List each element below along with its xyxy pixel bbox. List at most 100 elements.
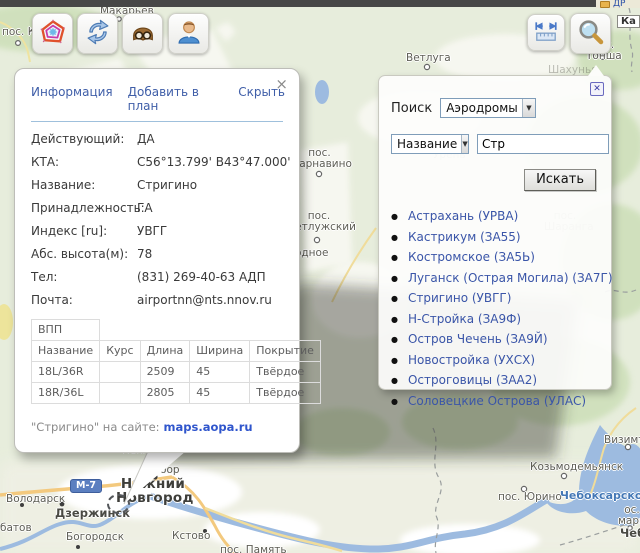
map-label: пос. Юрино	[498, 491, 562, 503]
zones-button[interactable]	[32, 13, 73, 54]
zones-icon	[39, 18, 67, 50]
column-header: Длина	[139, 340, 191, 362]
field-label: Действующий:	[31, 132, 125, 146]
aopa-site-link[interactable]: maps.aopa.ru	[164, 420, 253, 434]
divider	[31, 121, 283, 122]
field-value: (831) 269-40-63 АДП	[137, 270, 266, 284]
result-link[interactable]: Луганск (Острая Могила) (ЗА7Г)	[408, 271, 613, 285]
list-item: ● Н-Стройка (ЗА9Ф)	[391, 312, 599, 333]
popup-footer: "Стригино" на сайте: maps.aopa.ru	[31, 420, 285, 434]
result-link[interactable]: Астрахань (УРВА)	[408, 209, 518, 223]
list-item: ● Костромское (ЗА5Ь)	[391, 250, 599, 271]
result-link[interactable]: Остров Чечень (ЗА9Й)	[408, 332, 548, 346]
field-value: airportnn@nts.nnov.ru	[137, 293, 272, 307]
balloon-tail	[123, 451, 186, 505]
column-header: Ширина	[189, 340, 251, 362]
map-label: Козьмодемьянск	[530, 461, 624, 473]
search-results-list: ● Астрахань (УРВА) ● Кастрикум (ЗА55) ● Кос…	[391, 209, 613, 415]
map-label: Кстово	[172, 530, 211, 542]
map-label-water: Чебоксарское	[560, 489, 640, 502]
search-panel-tail	[588, 65, 604, 76]
list-item: ● Новостройка (УХСХ)	[391, 353, 599, 374]
result-link[interactable]: Остроговицы (ЗАА2)	[408, 373, 537, 387]
map-label: Ветлуга	[406, 52, 451, 64]
bullet-icon: ●	[391, 355, 398, 365]
bullet-icon: ●	[391, 212, 398, 221]
result-link[interactable]: Кастрикум (ЗА55)	[408, 230, 521, 244]
result-link[interactable]: Н-Стройка (ЗА9Ф)	[408, 312, 521, 326]
field-value: 78	[137, 247, 153, 261]
measure-icon	[533, 18, 559, 48]
bookmark-fragment[interactable]: ДР	[596, 0, 640, 8]
field-value: ГА	[137, 201, 153, 215]
map-label: Визимъя	[604, 434, 640, 446]
chevron-down-icon: ▼	[526, 104, 532, 112]
list-item: ● Стригино (УВГГ)	[391, 291, 599, 312]
airfield-info-popup: × Информация Добавить в план Скрыть Дейс…	[14, 68, 321, 453]
close-icon[interactable]: ×	[275, 77, 288, 92]
user-icon	[175, 18, 203, 50]
column-header: Название	[30, 340, 101, 362]
field-label: Индекс [ru]:	[31, 224, 108, 238]
map-label: одное	[295, 247, 329, 259]
user-button[interactable]	[168, 13, 209, 54]
bullet-icon: ●	[391, 314, 398, 324]
bullet-icon: ●	[391, 273, 398, 283]
column-header: Курс	[99, 340, 141, 362]
search-label: Поиск	[391, 100, 433, 116]
refresh-button[interactable]	[77, 13, 118, 54]
table-row: 18R/36L 2805 45 Твёрдое	[30, 382, 321, 404]
result-link[interactable]: Стригино (УВГГ)	[408, 291, 511, 305]
field-select[interactable]: Название ▼	[391, 134, 469, 154]
selected-option: Аэродромы	[446, 101, 518, 115]
measure-button[interactable]	[527, 14, 565, 51]
field-label: Принадлежность:	[31, 201, 145, 215]
search-submit-button[interactable]: Искать	[524, 169, 596, 191]
field-label: Абс. высота(м):	[31, 247, 129, 261]
result-link[interactable]: Костромское (ЗА5Ь)	[408, 250, 535, 264]
list-item: ● Соловецкие Острова (УЛАС)	[391, 394, 599, 415]
footer-text: "Стригино" на сайте:	[31, 420, 160, 434]
airfield-fields: Действующий: ДА КТА: С56°13.799' В43°47.00…	[31, 132, 291, 307]
folder-icon	[600, 1, 610, 8]
bullet-icon: ●	[391, 376, 398, 385]
field-value: ДА	[137, 132, 155, 146]
search-icon	[576, 17, 606, 51]
bullet-icon: ●	[391, 294, 398, 303]
field-value: С56°13.799' В43°47.000'	[137, 155, 291, 169]
map-label: пос. Память	[220, 544, 287, 553]
app-window: Макарьев пос. Ка Ветлуга пос. Варнавино …	[0, 0, 640, 553]
pilot-button[interactable]	[122, 13, 163, 54]
browser-edge-strip	[0, 0, 640, 7]
category-select[interactable]: Аэродромы ▼	[440, 98, 537, 118]
bullet-icon: ●	[391, 335, 398, 344]
bullet-icon: ●	[391, 232, 398, 242]
runway-table: ВПП Название Курс Длина Ширина Покрытие …	[30, 319, 321, 404]
map-label: Богородск	[66, 531, 125, 543]
field-value: УВГГ	[137, 224, 168, 238]
result-link[interactable]: Новостройка (УХСХ)	[408, 353, 535, 367]
search-button[interactable]	[570, 13, 611, 54]
result-link[interactable]: Соловецкие Острова (УЛАС)	[408, 394, 586, 408]
search-panel: ✕ Поиск Аэродромы ▼ Название ▼ Искать ● А…	[378, 75, 613, 408]
runway-table-caption: ВПП	[30, 319, 101, 341]
close-icon[interactable]: ✕	[590, 82, 604, 96]
popup-action-links: Информация Добавить в план Скрыть	[31, 85, 285, 113]
chevron-down-icon: ▼	[462, 140, 468, 148]
info-link[interactable]: Информация	[31, 85, 113, 113]
field-label: Название:	[31, 178, 96, 192]
map-label: ос. мары	[618, 504, 640, 527]
map-label: пос. Варнавино	[292, 147, 352, 170]
list-item: ● Кастрикум (ЗА55)	[391, 230, 599, 251]
bookmark-label: ДР	[613, 0, 626, 8]
add-to-plan-link[interactable]: Добавить в план	[128, 85, 224, 113]
map-label: Чеб	[620, 526, 640, 540]
bullet-icon: ●	[391, 253, 398, 262]
map-label: Володарск	[6, 493, 66, 505]
search-input[interactable]	[477, 134, 609, 154]
refresh-icon	[84, 18, 112, 50]
field-label: Почта:	[31, 293, 73, 307]
list-item: ● Луганск (Острая Могила) (ЗА7Г)	[391, 271, 613, 292]
table-row: 18L/36R 2509 45 Твёрдое	[30, 361, 321, 383]
selected-option: Название	[397, 137, 458, 151]
